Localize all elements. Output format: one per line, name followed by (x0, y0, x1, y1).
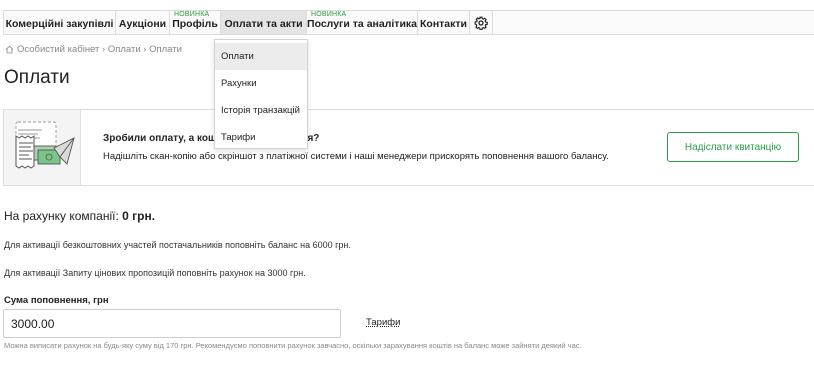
amount-input[interactable] (3, 309, 341, 338)
payments-dropdown-menu: Оплати Рахунки Історія транзакцій Тарифи (214, 39, 308, 149)
nav-item-label: Послуги та аналітика (307, 17, 417, 30)
nav-item-label: Аукціони (118, 17, 167, 30)
breadcrumb-path[interactable]: Особистий кабінет › Оплати › Оплати (17, 44, 182, 55)
receipt-illustration (4, 110, 81, 185)
new-badge: НОВИНКА (174, 11, 210, 18)
page-title: Оплати (4, 67, 70, 88)
nav-item-label: Комерційні закупівлі (5, 17, 114, 30)
nav-item-profile[interactable]: НОВИНКА Профіль (170, 11, 221, 34)
receipt-banner: Зробили оплату, а кошти не зарахувалися?… (3, 109, 814, 186)
dropdown-item-invoices[interactable]: Рахунки (215, 70, 307, 97)
nav-item-services-analytics[interactable]: НОВИНКА Послуги та аналітика (307, 11, 418, 34)
balance-value: 0 грн. (122, 209, 156, 223)
nav-item-contacts[interactable]: Контакти (418, 11, 470, 34)
amount-label: Сума поповнення, грн (4, 295, 109, 306)
new-badge: НОВИНКА (311, 11, 347, 18)
banner-description: Надішліть скан-копію або скріншот з плат… (103, 151, 609, 162)
dropdown-item-tariffs[interactable]: Тарифи (215, 124, 307, 151)
nav-item-payments-acts[interactable]: Оплати та акти (221, 11, 307, 34)
top-navigation: Комерційні закупівлі Аукціони НОВИНКА Пр… (3, 10, 814, 35)
settings-button[interactable] (470, 11, 493, 34)
nav-item-commercial-purchases[interactable]: Комерційні закупівлі (4, 11, 116, 34)
amount-hint: Можна виписати рахунок на будь-яку суму … (4, 341, 582, 350)
home-icon[interactable] (5, 45, 14, 54)
nav-item-label: Оплати та акти (224, 17, 303, 30)
info-supplier-activation: Для активації безкоштовних участей поста… (4, 240, 351, 250)
dropdown-item-transaction-history[interactable]: Історія транзакцій (215, 97, 307, 124)
gear-icon (474, 16, 488, 30)
balance-label: На рахунку компанії: (4, 209, 119, 223)
send-receipt-button[interactable]: Надіслати квитанцію (667, 132, 799, 162)
dropdown-item-payments[interactable]: Оплати (215, 43, 307, 70)
info-price-request-activation: Для активації Запиту цінових пропозицій … (4, 268, 306, 278)
nav-item-auctions[interactable]: Аукціони (116, 11, 170, 34)
nav-item-label: Контакти (420, 17, 467, 30)
nav-item-label: Профіль (172, 17, 218, 30)
company-balance: На рахунку компанії: 0 грн. (4, 209, 155, 223)
tariffs-link[interactable]: Тарифи (366, 317, 400, 328)
breadcrumb: Особистий кабінет › Оплати › Оплати (5, 44, 182, 55)
